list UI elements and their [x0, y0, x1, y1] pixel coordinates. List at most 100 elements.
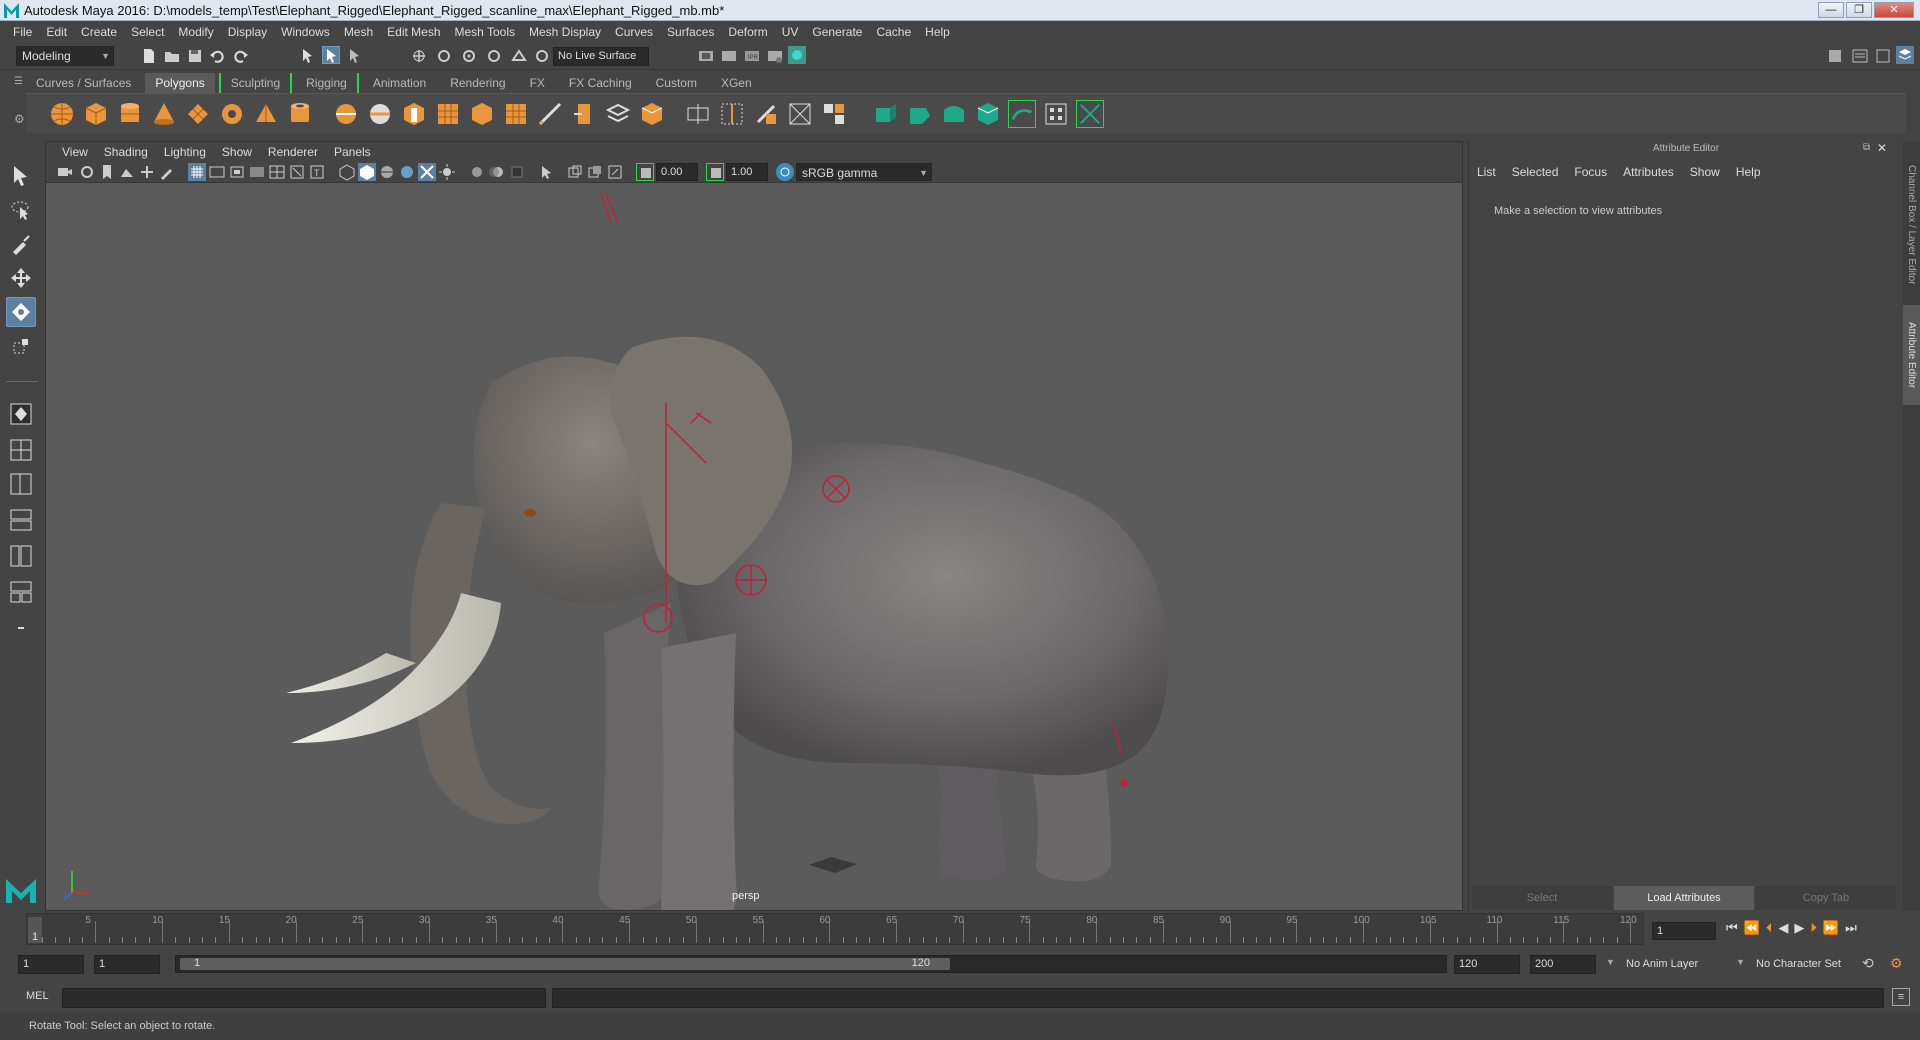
channel-box-toggle-icon[interactable]: [1896, 46, 1914, 64]
camera-icon[interactable]: [56, 163, 74, 181]
attr-menu-list[interactable]: List: [1477, 165, 1504, 179]
paint-select-tool-icon[interactable]: [6, 229, 36, 259]
go-to-start-icon[interactable]: ⏮: [1726, 920, 1738, 936]
quad-draw-icon[interactable]: [604, 100, 632, 128]
ik-handle-icon[interactable]: [1008, 100, 1036, 128]
grid-toggle-icon[interactable]: [188, 163, 206, 181]
chevron-down-icon[interactable]: ▼: [1606, 957, 1615, 967]
select-object-icon[interactable]: [322, 46, 340, 64]
play-backwards-icon[interactable]: ◀: [1778, 920, 1788, 936]
range-slider-handle[interactable]: 1 120: [180, 957, 950, 970]
poly-pipe-icon[interactable]: [286, 100, 314, 128]
select-component-icon[interactable]: [346, 47, 364, 65]
two-view-layout-icon[interactable]: [6, 469, 36, 499]
hypershade-icon[interactable]: [788, 46, 806, 64]
animation-preferences-icon[interactable]: ⚙: [1890, 955, 1903, 972]
attr-menu-show[interactable]: Show: [1690, 165, 1728, 179]
persp-outliner-layout-icon[interactable]: [6, 505, 36, 535]
viewport-panel[interactable]: View Shading Lighting Show Renderer Pane…: [45, 141, 1463, 911]
gate-mask-icon[interactable]: [248, 163, 266, 181]
menu-mesh[interactable]: Mesh: [337, 25, 380, 39]
wireframe-icon[interactable]: [338, 163, 356, 181]
textured-icon[interactable]: [398, 163, 416, 181]
viewport-menu-view[interactable]: View: [54, 145, 96, 159]
viewport-canvas[interactable]: [46, 183, 1462, 910]
menu-curves[interactable]: Curves: [608, 25, 660, 39]
snap-point-icon[interactable]: [460, 47, 478, 65]
attr-menu-focus[interactable]: Focus: [1574, 165, 1615, 179]
extrude-icon[interactable]: [502, 100, 530, 128]
grease-pencil-icon[interactable]: [158, 163, 176, 181]
xray-joints-icon[interactable]: [586, 163, 604, 181]
viewport-menu-panels[interactable]: Panels: [326, 145, 379, 159]
multicut-icon[interactable]: [536, 100, 564, 128]
open-scene-icon[interactable]: [163, 47, 181, 65]
toolbox-more-icon[interactable]: [6, 613, 36, 643]
four-view-layout-icon[interactable]: [6, 435, 36, 465]
command-language-label[interactable]: MEL: [26, 990, 49, 1002]
ipr-render-icon[interactable]: IPR: [743, 47, 761, 65]
auto-key-icon[interactable]: ⟲: [1862, 955, 1874, 972]
script-editor-icon[interactable]: ≡: [1892, 988, 1910, 1006]
layout-uv-icon[interactable]: [820, 100, 848, 128]
exposure-field[interactable]: 0.00: [656, 163, 698, 181]
shadows-icon[interactable]: [438, 163, 456, 181]
motion-blur-icon[interactable]: [488, 163, 506, 181]
exposure-icon[interactable]: [636, 163, 654, 181]
use-all-lights-icon[interactable]: [418, 163, 436, 181]
graph-editor-layout-icon[interactable]: [6, 577, 36, 607]
animation-end-field[interactable]: 200: [1530, 955, 1596, 974]
copy-tab-button[interactable]: Copy Tab: [1756, 886, 1896, 910]
chevron-down-icon[interactable]: ▼: [1736, 957, 1745, 967]
menu-file[interactable]: File: [6, 25, 39, 39]
new-scene-icon[interactable]: [140, 47, 158, 65]
render-view-icon[interactable]: [697, 47, 715, 65]
menu-edit-mesh[interactable]: Edit Mesh: [380, 25, 447, 39]
poly-cylinder-icon[interactable]: [116, 100, 144, 128]
menu-select[interactable]: Select: [124, 25, 171, 39]
target-weld-icon[interactable]: [570, 100, 598, 128]
menu-deform[interactable]: Deform: [721, 25, 774, 39]
tab-channel-box[interactable]: Channel Box / Layer Editor: [1903, 151, 1920, 299]
menu-mesh-tools[interactable]: Mesh Tools: [448, 25, 522, 39]
planar-uv-icon[interactable]: [752, 100, 780, 128]
bookmark-icon[interactable]: [98, 163, 116, 181]
viewport-menu-show[interactable]: Show: [214, 145, 260, 159]
rotate-tool-icon[interactable]: [6, 297, 36, 327]
tab-fx[interactable]: FX: [520, 73, 555, 93]
anim-layer-dropdown[interactable]: No Anim Layer: [1626, 955, 1698, 974]
step-back-key-icon[interactable]: ⏪: [1744, 920, 1760, 936]
paint-weights-icon[interactable]: [974, 100, 1002, 128]
single-perspective-layout-icon[interactable]: [6, 399, 36, 429]
view-transform-dropdown[interactable]: sRGB gamma ▼: [796, 163, 932, 181]
skin-bind-icon[interactable]: [906, 100, 934, 128]
restore-button[interactable]: ❐: [1846, 2, 1872, 18]
redo-icon[interactable]: [232, 47, 250, 65]
film-gate-icon[interactable]: [208, 163, 226, 181]
field-chart-icon[interactable]: [268, 163, 286, 181]
screen-space-ao-icon[interactable]: [468, 163, 486, 181]
play-forwards-icon[interactable]: ▶: [1794, 920, 1804, 936]
viewport-menu-shading[interactable]: Shading: [96, 145, 156, 159]
shelf-settings-icon[interactable]: ⚙: [14, 112, 25, 126]
bridge-icon[interactable]: [638, 100, 666, 128]
save-scene-icon[interactable]: [186, 47, 204, 65]
mirror-icon[interactable]: [718, 100, 746, 128]
tab-fx-caching[interactable]: FX Caching: [559, 73, 642, 93]
playback-end-field[interactable]: 120: [1454, 955, 1520, 974]
playback-start-field[interactable]: 1: [94, 955, 160, 974]
menu-help[interactable]: Help: [918, 25, 957, 39]
camera-attributes-icon[interactable]: [78, 163, 96, 181]
load-attributes-button[interactable]: Load Attributes: [1614, 886, 1754, 910]
cluster-icon[interactable]: [1042, 100, 1070, 128]
combine-icon[interactable]: [332, 100, 360, 128]
tab-polygons[interactable]: Polygons: [145, 73, 215, 93]
tab-rigging[interactable]: Rigging: [296, 73, 359, 93]
menu-surfaces[interactable]: Surfaces: [660, 25, 721, 39]
current-frame-field[interactable]: 1: [1652, 922, 1716, 940]
menu-display[interactable]: Display: [221, 25, 274, 39]
safe-title-icon[interactable]: T: [308, 163, 326, 181]
step-forward-frame-icon[interactable]: ⏵: [1810, 920, 1817, 936]
move-tool-icon[interactable]: [6, 263, 36, 293]
live-surface-field[interactable]: No Live Surface: [553, 47, 649, 66]
